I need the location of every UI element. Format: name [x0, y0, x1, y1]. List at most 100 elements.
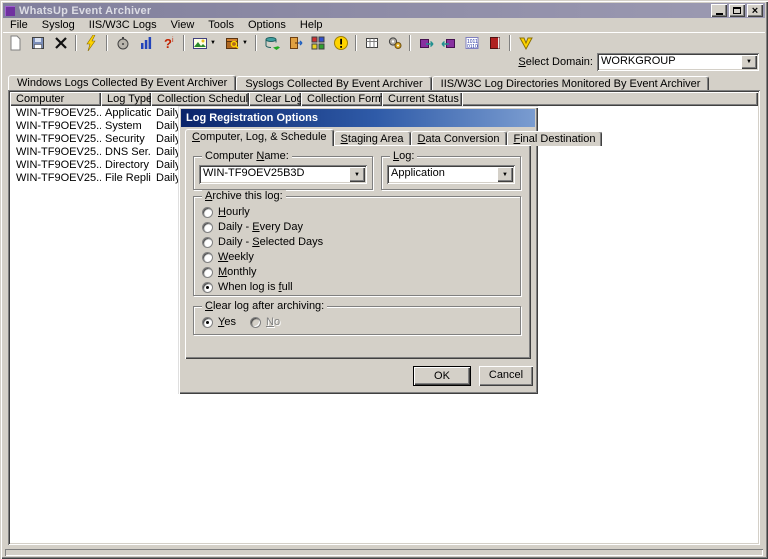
menu-help[interactable]: Help [293, 18, 330, 32]
gears-icon [387, 35, 403, 51]
save-button[interactable] [26, 33, 49, 53]
column-header-computer[interactable]: Computer [10, 92, 101, 106]
menu-iisw3c-logs[interactable]: IIS/W3C Logs [82, 18, 164, 32]
archive-group-label: Archive this log: [202, 190, 286, 202]
color-grid-icon [310, 35, 326, 51]
computer-cell: WIN-TF9OEV25... [16, 107, 101, 119]
sync-import-button[interactable] [437, 33, 460, 53]
column-header-collection-format[interactable]: Collection Format [301, 92, 382, 106]
table-grid-button[interactable] [360, 33, 383, 53]
image-viewer-dropdown-button[interactable]: ▼ [188, 33, 220, 53]
whatsup-shield-button[interactable] [514, 33, 537, 53]
radio-label: Weekly [218, 251, 254, 263]
computer-cell: WIN-TF9OEV25... [16, 120, 101, 132]
column-header-current-status[interactable]: Current Status [382, 92, 462, 106]
gears-button[interactable] [383, 33, 406, 53]
menu-file[interactable]: File [3, 18, 35, 32]
titlebar: WhatsUp Event Archiver × [3, 3, 765, 18]
menu-options[interactable]: Options [241, 18, 293, 32]
radio-label: Daily - Every Day [218, 221, 303, 233]
exit-door-button[interactable] [283, 33, 306, 53]
whatsup-shield-icon [518, 35, 534, 51]
radio-when-log-is-full[interactable]: When log is full [202, 281, 293, 293]
radio-icon [202, 282, 213, 293]
dialog-tab-strip: Computer, Log, & Schedule Staging Area D… [185, 129, 602, 146]
dialog-titlebar[interactable]: Log Registration Options [181, 109, 535, 127]
binary-codes-button[interactable]: 10110110 [460, 33, 483, 53]
radio-weekly[interactable]: Weekly [202, 251, 254, 263]
menu-view[interactable]: View [164, 18, 202, 32]
warning-button[interactable] [329, 33, 352, 53]
computer-name-select[interactable]: WIN-TF9OEV25B3D ▼ [199, 165, 367, 184]
radio-clear-yes[interactable]: Yes [202, 316, 236, 328]
chevron-down-icon[interactable]: ▼ [741, 55, 757, 69]
computer-name-group: Computer Name: WIN-TF9OEV25B3D ▼ [193, 156, 373, 190]
tab-windows-logs[interactable]: Windows Logs Collected By Event Archiver [8, 75, 236, 90]
computer-cell: WIN-TF9OEV25... [16, 159, 101, 171]
radio-icon [202, 252, 213, 263]
tab-final-destination[interactable]: Final Destination [507, 131, 603, 146]
toolbar-separator [183, 35, 185, 51]
domain-select[interactable]: WORKGROUP ▼ [597, 53, 759, 71]
column-header-clear-log[interactable]: Clear Log? [249, 92, 301, 106]
refresh-database-icon [264, 35, 280, 51]
maximize-button[interactable] [729, 4, 745, 17]
help-info-button[interactable]: ?i [157, 33, 180, 53]
color-grid-button[interactable] [306, 33, 329, 53]
image-viewer-icon [192, 35, 208, 51]
menu-tools[interactable]: Tools [201, 18, 241, 32]
minimize-button[interactable] [711, 4, 727, 17]
list-header-row: Computer Log Type Collection Schedule Cl… [10, 92, 758, 106]
exit-door-icon [287, 35, 303, 51]
archive-viewer-dropdown-button[interactable]: ▼ [220, 33, 252, 53]
radio-daily-every-day[interactable]: Daily - Every Day [202, 221, 303, 233]
app-icon [5, 6, 15, 16]
run-now-button[interactable] [80, 33, 103, 53]
column-header-log-type[interactable]: Log Type [101, 92, 151, 106]
new-document-icon [7, 35, 23, 51]
column-header-filler [462, 92, 758, 106]
computer-cell: WIN-TF9OEV25... [16, 172, 101, 184]
new-document-button[interactable] [3, 33, 26, 53]
radio-icon [202, 267, 213, 278]
tab-iisw3c-directories[interactable]: IIS/W3C Log Directories Monitored By Eve… [432, 76, 710, 90]
tab-staging-area[interactable]: Staging Area [334, 131, 411, 146]
radio-monthly[interactable]: Monthly [202, 266, 257, 278]
domain-select-value: WORKGROUP [597, 53, 739, 71]
minimize-icon [716, 13, 723, 15]
ok-button[interactable]: OK [413, 366, 471, 386]
chevron-down-icon[interactable]: ▼ [497, 167, 513, 182]
tab-computer-log-schedule[interactable]: Computer, Log, & Schedule [185, 129, 334, 146]
sync-export-icon [418, 35, 434, 51]
log-select[interactable]: Application ▼ [387, 165, 515, 184]
cancel-button[interactable]: Cancel [479, 366, 533, 386]
log-registration-options-dialog: Log Registration Options Computer, Log, … [178, 106, 538, 394]
bar-chart-icon [138, 35, 154, 51]
toolbar-separator [75, 35, 77, 51]
alarm-button[interactable] [111, 33, 134, 53]
log-book-button[interactable] [483, 33, 506, 53]
column-header-collection-schedule[interactable]: Collection Schedule [151, 92, 249, 106]
select-domain-label: Select Domain: [518, 56, 593, 68]
radio-hourly[interactable]: Hourly [202, 206, 250, 218]
help-info-icon: ?i [161, 35, 177, 51]
svg-text:0110: 0110 [467, 44, 478, 50]
chevron-down-icon[interactable]: ▼ [349, 167, 365, 182]
chart-button[interactable] [134, 33, 157, 53]
domain-row: Select Domain: WORKGROUP ▼ [3, 53, 765, 71]
sync-export-button[interactable] [414, 33, 437, 53]
delete-button[interactable] [49, 33, 72, 53]
tab-data-conversion[interactable]: Data Conversion [411, 131, 507, 146]
radio-label: When log is full [218, 281, 293, 293]
close-button[interactable]: × [747, 4, 763, 17]
warning-icon [333, 35, 349, 51]
refresh-database-button[interactable] [260, 33, 283, 53]
radio-daily-selected-days[interactable]: Daily - Selected Days [202, 236, 323, 248]
toolbar-separator [409, 35, 411, 51]
tab-syslogs[interactable]: Syslogs Collected By Event Archiver [236, 76, 431, 90]
log-type-cell: Security [101, 133, 151, 145]
menu-syslog[interactable]: Syslog [35, 18, 82, 32]
radio-icon [250, 317, 261, 328]
delete-icon [53, 35, 69, 51]
toolbar-separator [355, 35, 357, 51]
